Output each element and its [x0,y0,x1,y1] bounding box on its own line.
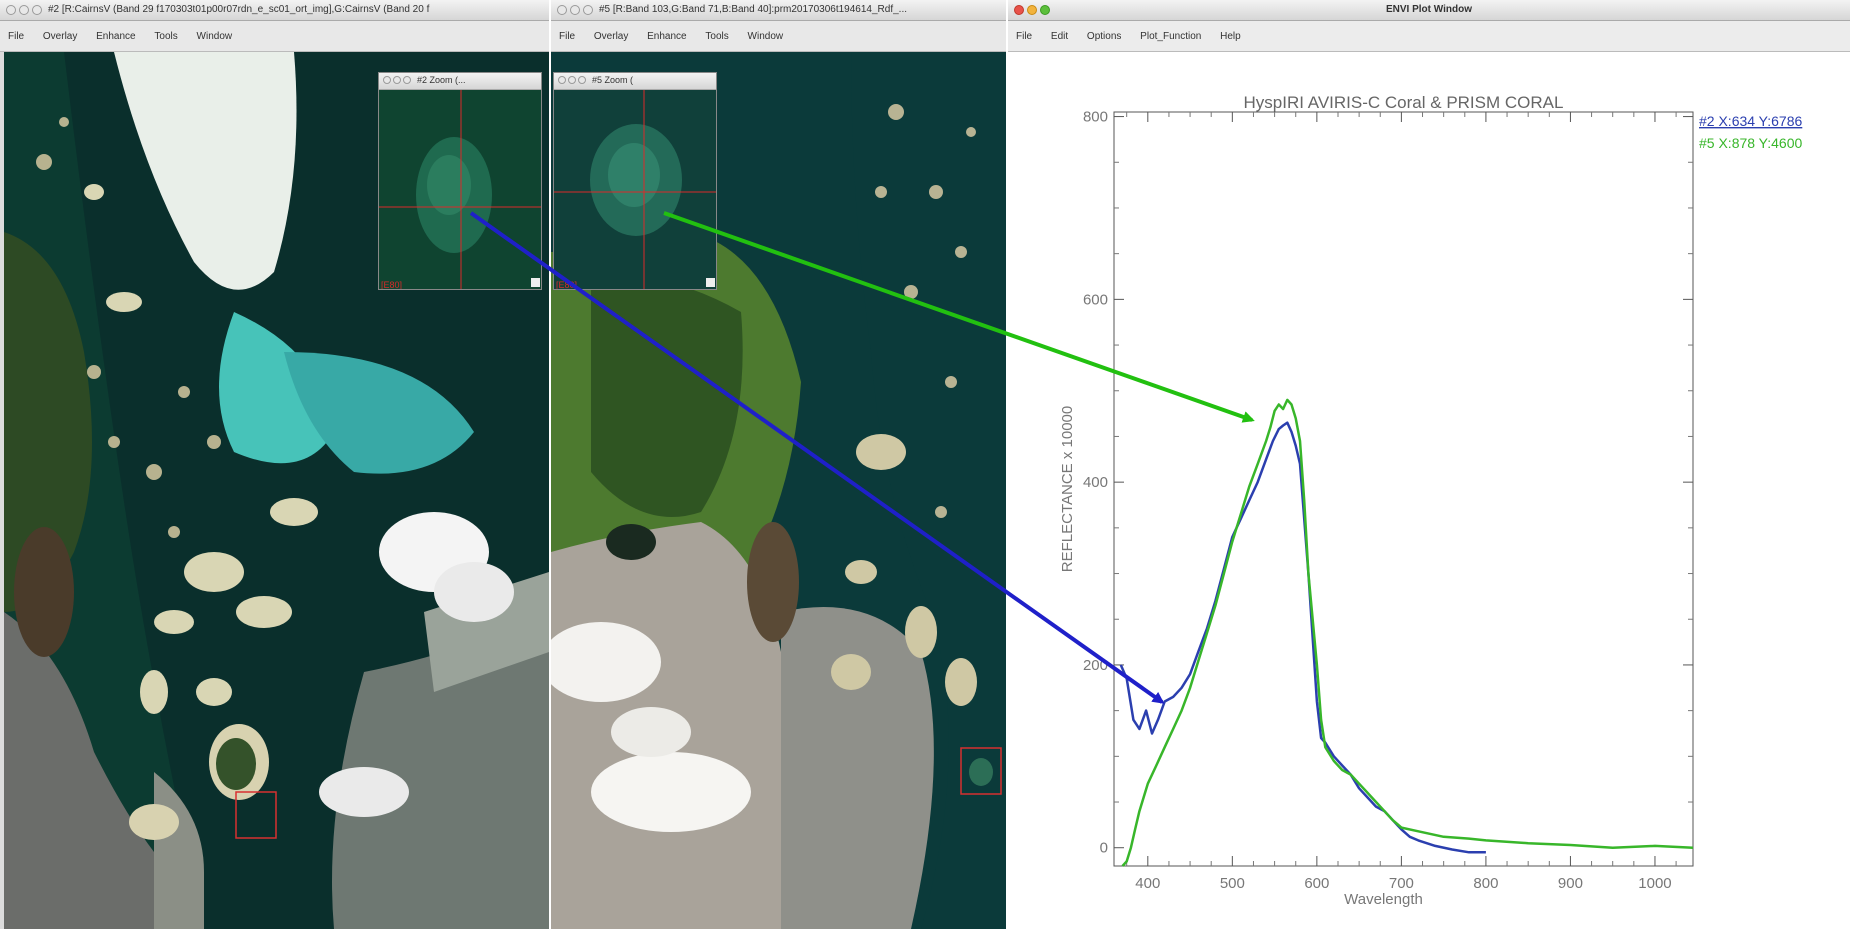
maximize-icon[interactable] [578,76,586,84]
menu-help[interactable]: Help [1220,31,1241,42]
legend-entry: #2 X:634 Y:6786 [1699,113,1802,129]
x-tick-label: 1000 [1638,875,1671,892]
menu-bar: File Overlay Enhance Tools Window [551,21,1006,52]
y-tick-label: 800 [1083,109,1108,126]
menu-bar: File Edit Options Plot_Function Help [1008,21,1850,52]
maximize-icon[interactable] [32,5,42,15]
x-tick-label: 500 [1220,875,1245,892]
zoom-image[interactable]: [E80] [379,90,541,290]
resize-handle[interactable] [706,278,715,287]
menu-file[interactable]: File [1016,31,1032,42]
legend-entry: #5 X:878 Y:4600 [1699,135,1802,151]
close-icon[interactable] [6,5,16,15]
menu-bar: File Overlay Enhance Tools Window [0,21,549,52]
window-controls [558,76,588,87]
menu-file[interactable]: File [8,31,24,42]
maximize-icon[interactable] [583,5,593,15]
y-tick-label: 600 [1083,291,1108,308]
spectral-plot[interactable]: 0 200 400 600 800 400 500 600 700 800 900 1000 HyspI… [1008,52,1850,929]
minimize-icon[interactable] [19,5,29,15]
menu-edit[interactable]: Edit [1051,31,1068,42]
zoom-marker: [E80] [556,280,577,290]
menu-enhance[interactable]: Enhance [96,31,135,42]
menu-plot-function[interactable]: Plot_Function [1140,31,1201,42]
window-title: #2 [R:CairnsV (Band 29 f170303t01p00r07r… [48,4,430,15]
x-tick-label: 400 [1135,875,1160,892]
x-tick-label: 800 [1473,875,1498,892]
x-tick-label: 700 [1389,875,1414,892]
series-line [1121,398,1694,867]
window-title: #5 [R:Band 103,G:Band 71,B:Band 40]:prm2… [599,4,908,15]
menu-overlay[interactable]: Overlay [594,31,628,42]
minimize-icon[interactable] [570,5,580,15]
window-titlebar[interactable]: #2 [R:CairnsV (Band 29 f170303t01p00r07r… [0,0,549,21]
zoom-titlebar[interactable]: #2 Zoom (... [379,73,541,90]
menu-tools[interactable]: Tools [154,31,177,42]
window-titlebar[interactable]: #5 [R:Band 103,G:Band 71,B:Band 40]:prm2… [551,0,1006,21]
chart-title: HyspIRI AVIRIS-C Coral & PRISM CORAL [1244,93,1564,112]
minimize-icon[interactable] [568,76,576,84]
window-title: ENVI Plot Window [1385,4,1472,15]
plot-frame [1113,111,1694,867]
x-axis-label: Wavelength [1344,891,1423,908]
window-titlebar[interactable]: ENVI Plot Window [1008,0,1850,21]
window-controls [557,5,596,18]
close-icon[interactable] [383,76,391,84]
zoom-image[interactable]: [E80] [554,90,716,290]
menu-window[interactable]: Window [197,31,233,42]
menu-tools[interactable]: Tools [705,31,728,42]
y-axis-label: REFLECTANCE x 10000 [1059,406,1076,572]
close-icon[interactable] [558,76,566,84]
resize-handle[interactable] [531,278,540,287]
y-tick-label: 0 [1100,840,1108,857]
zoom-titlebar[interactable]: #5 Zoom ( [554,73,716,90]
zoom-window-2: #2 Zoom (... [E80] [378,72,542,290]
zoom-title: #5 Zoom ( [592,75,634,85]
maximize-icon[interactable] [403,76,411,84]
y-tick-label: 400 [1083,474,1108,491]
window-controls [383,76,413,87]
menu-enhance[interactable]: Enhance [647,31,686,42]
menu-options[interactable]: Options [1087,31,1121,42]
zoom-window-5: #5 Zoom ( [E80] [553,72,717,290]
x-tick-label: 600 [1304,875,1329,892]
x-tick-label: 900 [1558,875,1583,892]
close-icon[interactable] [557,5,567,15]
window-controls [6,5,45,18]
minimize-icon[interactable] [393,76,401,84]
plot-window: ENVI Plot Window File Edit Options Plot_… [1008,0,1850,929]
y-tick-label: 200 [1083,657,1108,674]
menu-window[interactable]: Window [748,31,784,42]
menu-file[interactable]: File [559,31,575,42]
zoom-title: #2 Zoom (... [417,75,466,85]
menu-overlay[interactable]: Overlay [43,31,77,42]
zoom-marker: [E80] [381,280,402,290]
